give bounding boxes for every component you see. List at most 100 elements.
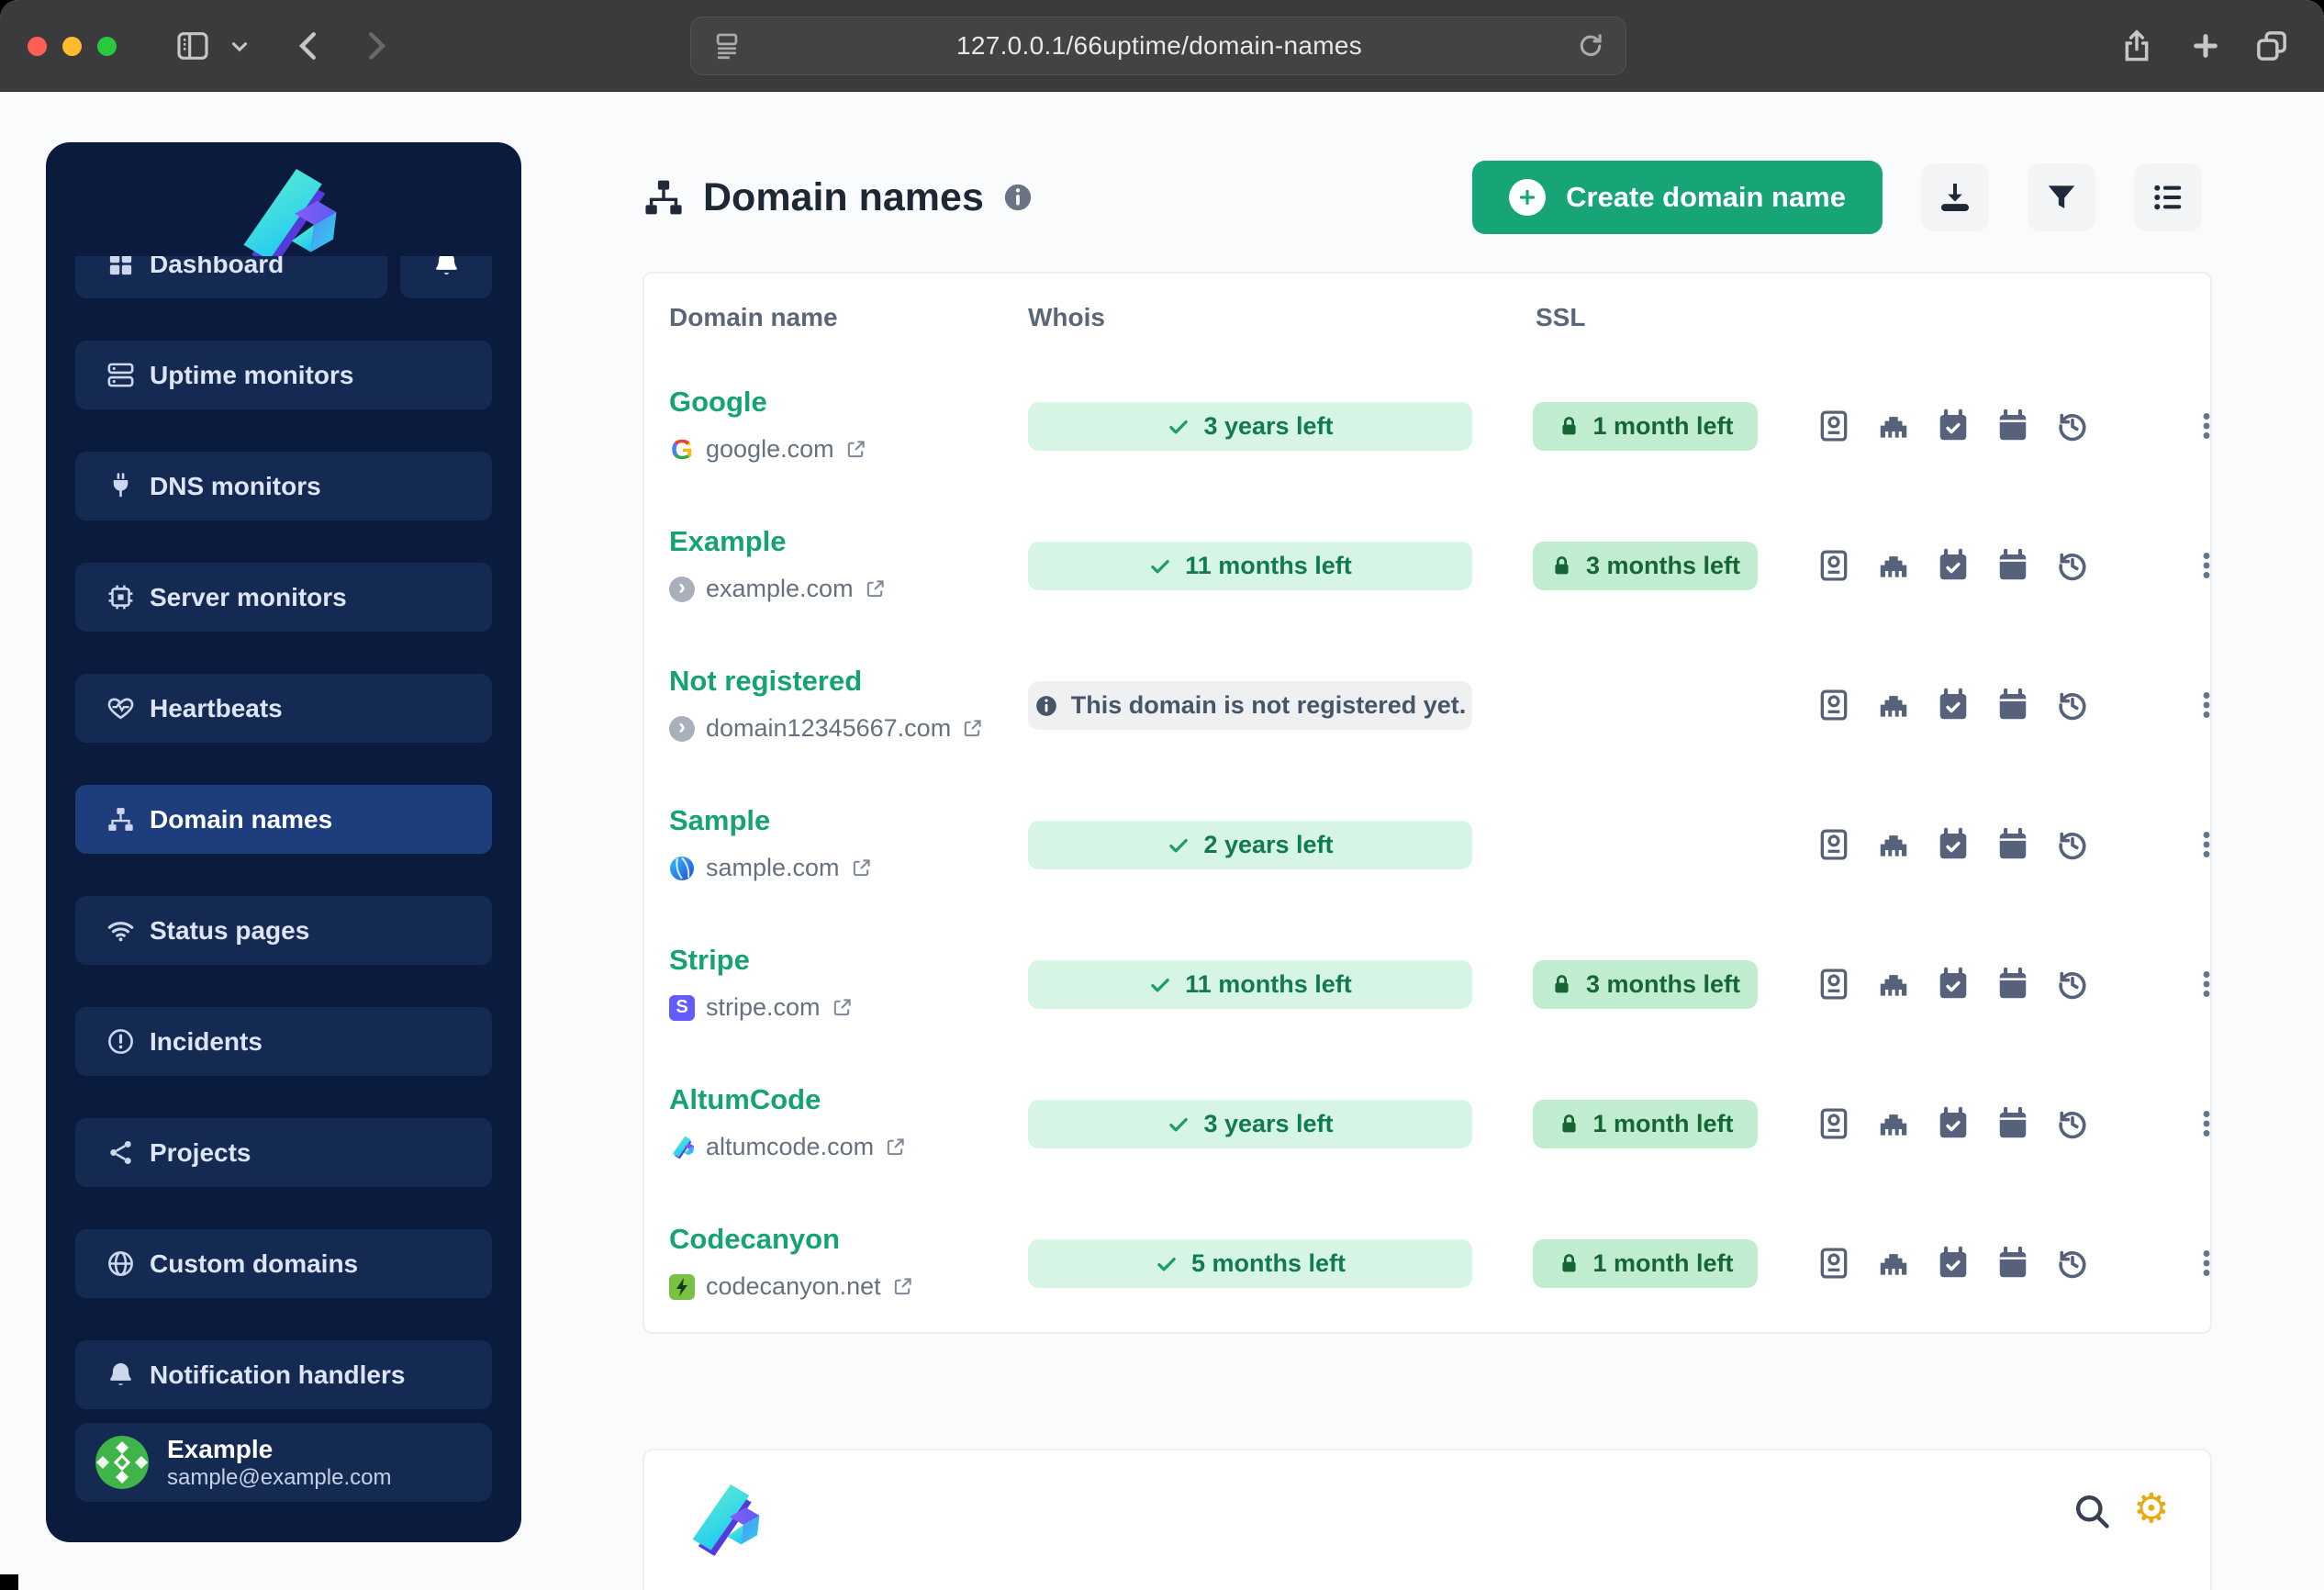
ethernet-icon[interactable]: [1875, 683, 1912, 727]
sidebar-item-uptime-monitors[interactable]: Uptime monitors: [75, 341, 492, 409]
search-icon[interactable]: [2072, 1491, 2112, 1531]
lock-icon: [1550, 973, 1573, 996]
sidebar-item-projects[interactable]: Projects: [75, 1118, 492, 1187]
sidebar-item-server-monitors[interactable]: Server monitors: [75, 563, 492, 632]
calendar-check-icon[interactable]: [1935, 962, 1972, 1006]
domain-link[interactable]: Sample: [669, 804, 770, 837]
sidebar-item-label: Custom domains: [150, 1248, 359, 1278]
list-view-button[interactable]: [2134, 163, 2202, 231]
zoom-window-button[interactable]: [97, 37, 117, 56]
external-link-icon[interactable]: [892, 1276, 913, 1297]
whois-passport-icon[interactable]: [1816, 962, 1852, 1006]
kebab-menu-icon[interactable]: [2188, 957, 2225, 1012]
sidebar-profile[interactable]: Example sample@example.com: [75, 1423, 492, 1502]
sidebar-item-incidents[interactable]: Incidents: [75, 1007, 492, 1076]
kebab-menu-icon[interactable]: [2188, 677, 2225, 733]
external-link-icon[interactable]: [885, 1137, 906, 1158]
ethernet-icon[interactable]: [1875, 1241, 1912, 1285]
calendar-check-icon[interactable]: [1935, 1102, 1972, 1146]
domain-link[interactable]: AltumCode: [669, 1083, 821, 1116]
domain-subline: altumcode.com: [669, 1133, 906, 1161]
reader-icon[interactable]: [711, 30, 743, 62]
sidebar-item-dns-monitors[interactable]: DNS monitors: [75, 452, 492, 521]
gear-icon[interactable]: ⚙: [2133, 1484, 2169, 1535]
external-link-icon[interactable]: [865, 578, 886, 599]
sidebar-item-domain-names[interactable]: Domain names: [75, 785, 492, 854]
ssl-badge-text: 3 months left: [1585, 970, 1740, 998]
history-icon[interactable]: [2054, 543, 2091, 588]
kebab-menu-icon[interactable]: [2188, 817, 2225, 872]
back-button[interactable]: [292, 28, 327, 63]
domain-link[interactable]: Stripe: [669, 944, 750, 977]
whois-passport-icon[interactable]: [1816, 1241, 1852, 1285]
calendar-icon[interactable]: [1994, 543, 2031, 588]
whois-passport-icon[interactable]: [1816, 823, 1852, 867]
column-ssl: SSL: [1536, 303, 1586, 331]
calendar-icon[interactable]: [1994, 683, 2031, 727]
bell-icon: [432, 256, 461, 278]
domain-link[interactable]: Example: [669, 525, 787, 558]
export-download-button[interactable]: [1921, 163, 1989, 231]
sidebar-item-heartbeats[interactable]: Heartbeats: [75, 674, 492, 743]
history-icon[interactable]: [2054, 683, 2091, 727]
close-window-button[interactable]: [28, 37, 47, 56]
calendar-icon[interactable]: [1994, 404, 2031, 448]
new-tab-icon[interactable]: [2188, 28, 2223, 63]
ethernet-icon[interactable]: [1875, 823, 1912, 867]
reload-icon[interactable]: [1576, 31, 1605, 61]
info-icon[interactable]: [1002, 182, 1034, 213]
kebab-menu-icon[interactable]: [2188, 538, 2225, 593]
tabs-overview-icon[interactable]: [2253, 28, 2290, 64]
url-text[interactable]: 127.0.0.1/66uptime/domain-names: [743, 31, 1576, 61]
domain-subline: S stripe.com: [669, 993, 853, 1022]
whois-passport-icon[interactable]: [1816, 1102, 1852, 1146]
calendar-icon[interactable]: [1994, 1102, 2031, 1146]
domain-link[interactable]: Codecanyon: [669, 1223, 840, 1256]
address-bar[interactable]: 127.0.0.1/66uptime/domain-names: [690, 17, 1626, 75]
history-icon[interactable]: [2054, 962, 2091, 1006]
external-link-icon[interactable]: [832, 997, 853, 1018]
calendar-check-icon[interactable]: [1935, 1241, 1972, 1285]
sidebar-toggle-icon[interactable]: [174, 28, 211, 64]
calendar-check-icon[interactable]: [1935, 543, 1972, 588]
ethernet-icon[interactable]: [1875, 543, 1912, 588]
sidebar-item-notification-handlers[interactable]: Notification handlers: [75, 1340, 492, 1409]
domain-link[interactable]: Not registered: [669, 665, 862, 698]
kebab-menu-icon[interactable]: [2188, 398, 2225, 453]
calendar-check-icon[interactable]: [1935, 683, 1972, 727]
calendar-icon[interactable]: [1994, 962, 2031, 1006]
filter-button[interactable]: [2028, 163, 2095, 231]
history-icon[interactable]: [2054, 1102, 2091, 1146]
ethernet-icon[interactable]: [1875, 1102, 1912, 1146]
history-icon[interactable]: [2054, 1241, 2091, 1285]
ethernet-icon[interactable]: [1875, 962, 1912, 1006]
kebab-menu-icon[interactable]: [2188, 1236, 2225, 1291]
sidebar-item-dashboard[interactable]: Dashboard: [75, 256, 387, 298]
kebab-menu-icon[interactable]: [2188, 1096, 2225, 1151]
ethernet-icon[interactable]: [1875, 404, 1912, 448]
chevron-down-icon[interactable]: [228, 35, 251, 59]
sidebar-item-status-pages[interactable]: Status pages: [75, 896, 492, 965]
calendar-check-icon[interactable]: [1935, 823, 1972, 867]
calendar-check-icon[interactable]: [1935, 404, 1972, 448]
history-icon[interactable]: [2054, 823, 2091, 867]
external-link-icon[interactable]: [845, 439, 866, 460]
calendar-icon[interactable]: [1994, 1241, 2031, 1285]
whois-passport-icon[interactable]: [1816, 683, 1852, 727]
minimize-window-button[interactable]: [62, 37, 82, 56]
notifications-bell-button[interactable]: [400, 256, 492, 298]
row-actions: [1816, 823, 2091, 867]
share-icon[interactable]: [2118, 28, 2155, 64]
create-domain-name-button[interactable]: Create domain name: [1472, 161, 1883, 234]
external-link-icon[interactable]: [851, 857, 872, 879]
forward-button[interactable]: [358, 28, 393, 63]
calendar-icon[interactable]: [1994, 823, 2031, 867]
history-icon[interactable]: [2054, 404, 2091, 448]
whois-passport-icon[interactable]: [1816, 404, 1852, 448]
external-link-icon[interactable]: [962, 718, 983, 739]
whois-status-badge: 11 months left: [1028, 542, 1472, 590]
domain-link[interactable]: Google: [669, 386, 767, 419]
whois-passport-icon[interactable]: [1816, 543, 1852, 588]
sidebar-item-custom-domains[interactable]: Custom domains: [75, 1229, 492, 1298]
domain-host: codecanyon.net: [706, 1272, 881, 1300]
